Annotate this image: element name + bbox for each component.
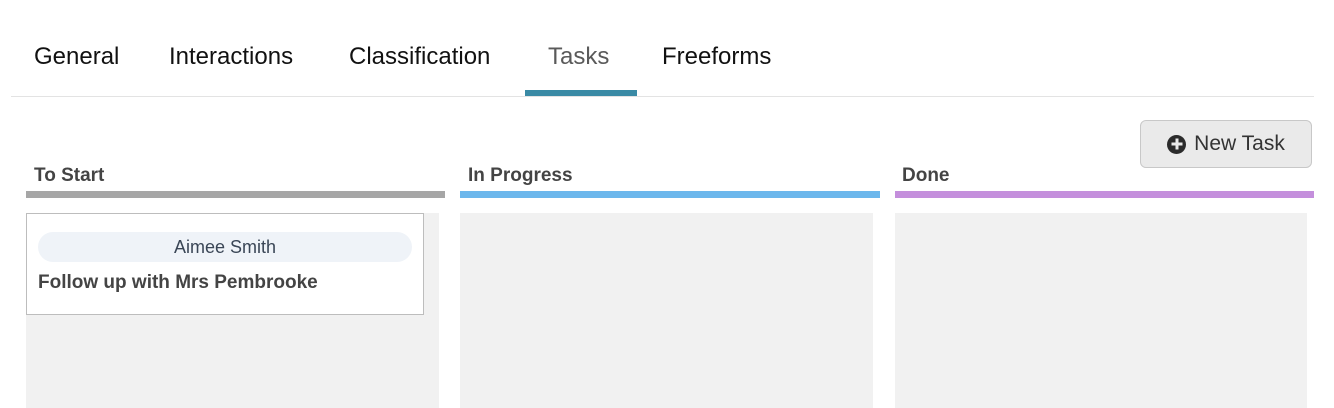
task-card[interactable]: Aimee Smith Follow up with Mrs Pembrooke — [26, 213, 424, 315]
tab-general[interactable]: General — [34, 41, 119, 73]
column-title-in-progress: In Progress — [468, 165, 573, 186]
column-title-to-start: To Start — [34, 165, 105, 186]
assignee-badge: Aimee Smith — [38, 232, 412, 262]
column-body-done — [895, 213, 1307, 408]
tab-classification[interactable]: Classification — [349, 41, 490, 73]
new-task-label: New Task — [1194, 132, 1285, 155]
tab-freeforms[interactable]: Freeforms — [662, 41, 771, 73]
active-tab-indicator — [525, 90, 637, 96]
column-bar-to-start — [26, 191, 445, 198]
plus-circle-icon — [1167, 134, 1187, 154]
column-body-in-progress — [460, 213, 873, 408]
tab-bar: General Interactions Classification Task… — [11, 0, 1314, 97]
column-title-done: Done — [902, 165, 950, 186]
column-bar-in-progress — [460, 191, 880, 198]
new-task-button[interactable]: New Task — [1140, 120, 1312, 168]
column-bar-done — [895, 191, 1314, 198]
tab-interactions[interactable]: Interactions — [169, 41, 293, 73]
task-title: Follow up with Mrs Pembrooke — [38, 272, 318, 293]
tab-tasks[interactable]: Tasks — [548, 41, 609, 73]
